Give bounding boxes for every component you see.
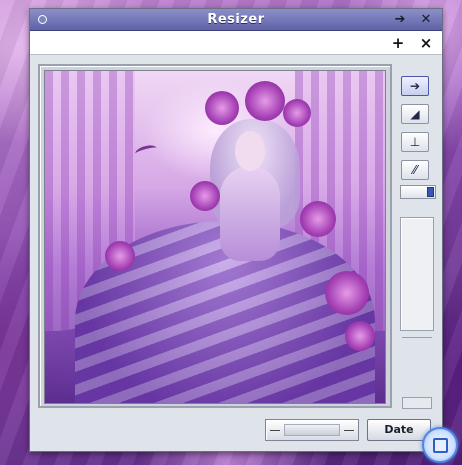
flower xyxy=(205,91,239,125)
side-panel xyxy=(400,217,434,331)
corner-resize-icon[interactable]: ◢ xyxy=(401,104,429,124)
bird-shape xyxy=(134,143,158,159)
figure-face xyxy=(235,131,265,171)
close-icon[interactable]: ✕ xyxy=(418,12,434,28)
slash-icon[interactable]: ⁄⁄ xyxy=(401,160,429,180)
arrow-right-icon[interactable]: ➔ xyxy=(392,12,408,28)
resize-frame-icon xyxy=(433,438,448,453)
slider-track[interactable] xyxy=(284,424,340,436)
flower xyxy=(105,241,135,271)
divider xyxy=(402,337,432,338)
slider-tick xyxy=(344,430,354,431)
flower xyxy=(245,81,285,121)
slider-thumb[interactable] xyxy=(427,187,434,197)
resize-handle-icon[interactable] xyxy=(422,427,458,463)
window-title: Resizer xyxy=(207,12,265,27)
image-preview[interactable] xyxy=(44,70,386,404)
image-preview-frame xyxy=(38,64,392,408)
arrow-right-icon[interactable]: ➔ xyxy=(401,76,429,96)
close-icon[interactable]: × xyxy=(417,34,435,52)
anchor-icon[interactable]: ⊥ xyxy=(401,132,429,152)
slider-tick xyxy=(270,430,280,431)
title-bar[interactable]: Resizer ➔ ✕ xyxy=(30,9,442,31)
add-icon[interactable]: + xyxy=(389,34,407,52)
side-scroll-box[interactable] xyxy=(402,397,432,409)
figure-torso xyxy=(220,166,280,261)
flower xyxy=(345,321,375,351)
size-slider[interactable] xyxy=(265,419,359,441)
flower xyxy=(283,99,311,127)
date-button[interactable]: Date xyxy=(367,419,431,441)
flower xyxy=(190,181,220,211)
resizer-window: Resizer ➔ ✕ + × ➔ ◢ ⊥ ⁄⁄ Date xyxy=(29,8,443,452)
flower xyxy=(325,271,369,315)
flower xyxy=(300,201,336,237)
toolbar: + × xyxy=(30,31,442,55)
zoom-slider[interactable] xyxy=(400,185,436,199)
